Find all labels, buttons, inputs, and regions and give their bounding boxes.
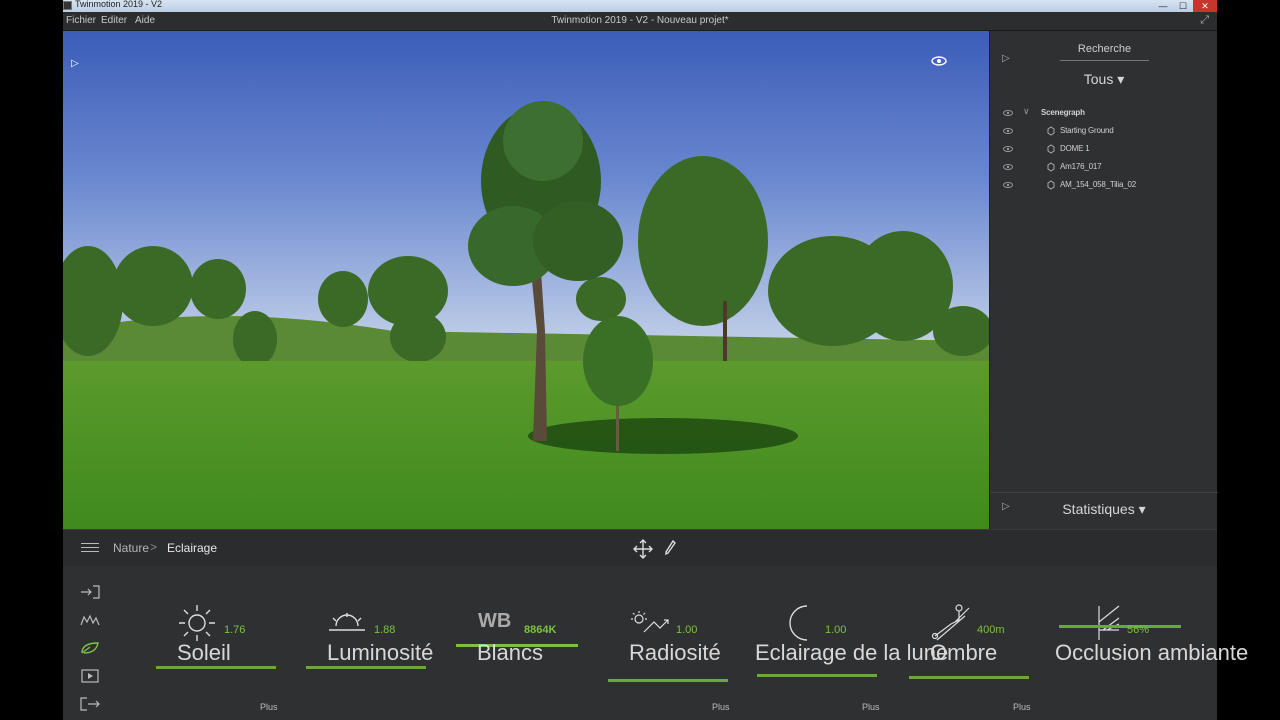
brightness-icon [329,613,365,631]
occlusion-icon [1098,605,1120,640]
breadcrumb-eclairage: Eclairage [167,541,218,555]
ombre-value: 400m [977,624,1005,636]
media-icon[interactable] [79,662,101,690]
occlusion-value: 56% [1127,624,1150,636]
statistics-dropdown[interactable]: Statistiques ▾ [990,501,1218,518]
search-field[interactable]: Recherche [1060,43,1149,61]
soleil-slider[interactable] [156,666,276,669]
object-icon [1047,144,1055,154]
sun-icon [179,605,215,641]
breadcrumb-separator: > [150,540,158,554]
move-icon[interactable] [633,539,653,564]
project-title: Twinmotion 2019 - V2 - Nouveau projet* [551,15,729,26]
occlusion-slider[interactable] [1059,625,1181,628]
minimize-button[interactable]: — [1153,0,1173,12]
app-icon [63,1,72,10]
radiosite-label: Radiosité [629,640,721,665]
radiosite-slider[interactable] [608,679,728,682]
maximize-button[interactable]: ☐ [1173,0,1193,12]
plus-button[interactable]: Plus [712,702,730,712]
viewport-play-icon[interactable]: ▷ [71,58,79,69]
leaf-icon[interactable] [79,634,101,662]
tree-row[interactable]: AM_154_058_Tilia_02 [990,177,1218,195]
tree-label: AM_154_058_Tilia_02 [1060,180,1136,189]
visibility-eye-icon[interactable] [1003,182,1013,188]
soleil-label: Soleil [177,640,231,665]
menu-bar: Twinmotion 2019 - V2 - Nouveau projet* F… [63,12,1217,31]
scene-render [63,31,989,529]
menu-aide[interactable]: Aide [135,15,155,26]
visibility-eye-icon[interactable] [1003,110,1013,116]
hamburger-menu-icon[interactable] [81,543,99,553]
blancs-label: Blancs [477,640,544,665]
luminosite-slider[interactable] [306,666,426,669]
fullscreen-icon[interactable]: ⤢ [1200,14,1209,27]
3d-viewport[interactable]: ▷ [63,31,989,529]
visibility-eye-icon[interactable] [1003,164,1013,170]
plus-button[interactable]: Plus [260,702,278,712]
soleil-value: 1.76 [224,624,246,636]
scenegraph-tree: ∨ Scenegraph Starting Ground DOME 1 Am17… [990,105,1218,195]
import-icon[interactable] [79,578,101,606]
terrain-icon[interactable] [79,606,101,634]
close-button[interactable]: ✕ [1193,0,1217,12]
ombre-slider[interactable] [909,676,1029,679]
lune-label: Eclairage de la lune [755,640,949,665]
ombre-label: Ombre [930,640,998,665]
window-controls: — ☐ ✕ [1153,0,1217,12]
visibility-eye-icon[interactable] [1003,146,1013,152]
visibility-eye-icon[interactable] [1003,128,1013,134]
object-icon [1047,162,1055,172]
eye-icon[interactable] [931,56,947,66]
window-title-text: Twinmotion 2019 - V2 [75,0,163,9]
lune-slider[interactable] [757,674,877,677]
tree-row[interactable]: DOME 1 [990,141,1218,159]
tree-label: Am176_017 [1060,162,1102,171]
lune-value: 1.00 [825,624,847,636]
scene-panel: ▷ Recherche Tous ▾ ∨ Scenegraph Starting… [989,31,1218,529]
breadcrumb-bar: Nature > Eclairage [63,529,1217,566]
settings-panel: 1.76 Soleil 1.88 Luminosité WB 8864K Bla… [63,566,1248,720]
luminosite-value: 1.88 [374,624,396,636]
breadcrumb-nature[interactable]: Nature [113,541,149,555]
tree-label: DOME 1 [1060,144,1090,153]
side-toolbar [79,578,101,718]
shadow-icon [931,604,970,641]
export-icon[interactable] [79,690,101,718]
plus-button[interactable]: Plus [862,702,880,712]
tree-row[interactable]: ∨ Scenegraph [990,105,1218,123]
moon-icon [789,605,808,641]
window-titlebar: Twinmotion 2019 - V2 — ☐ ✕ [63,0,1217,12]
radiosite-value: 1.00 [676,624,698,636]
tree-row[interactable]: Starting Ground [990,123,1218,141]
filter-dropdown[interactable]: Tous ▾ [990,71,1218,88]
menu-fichier[interactable]: Fichier [66,15,96,26]
plus-button[interactable]: Plus [1013,702,1031,712]
wb-icon: WB [478,610,512,632]
tree-label: Starting Ground [1060,126,1114,135]
object-icon [1047,180,1055,190]
menu-editer[interactable]: Editer [101,15,127,26]
chevron-down-icon[interactable]: ∨ [1023,106,1030,117]
panel-toggle-icon[interactable]: ▷ [1002,53,1010,64]
blancs-value: 8864K [524,624,557,636]
pen-icon[interactable] [663,539,677,562]
luminosite-label: Luminosité [327,640,434,665]
radiosity-icon [631,611,669,633]
occlusion-label: Occlusion ambiante [1055,640,1249,665]
tree-row[interactable]: Am176_017 [990,159,1218,177]
statistics-section: ▷ Statistiques ▾ [990,492,1218,529]
object-icon [1047,126,1055,136]
tree-label: Scenegraph [1041,108,1085,117]
